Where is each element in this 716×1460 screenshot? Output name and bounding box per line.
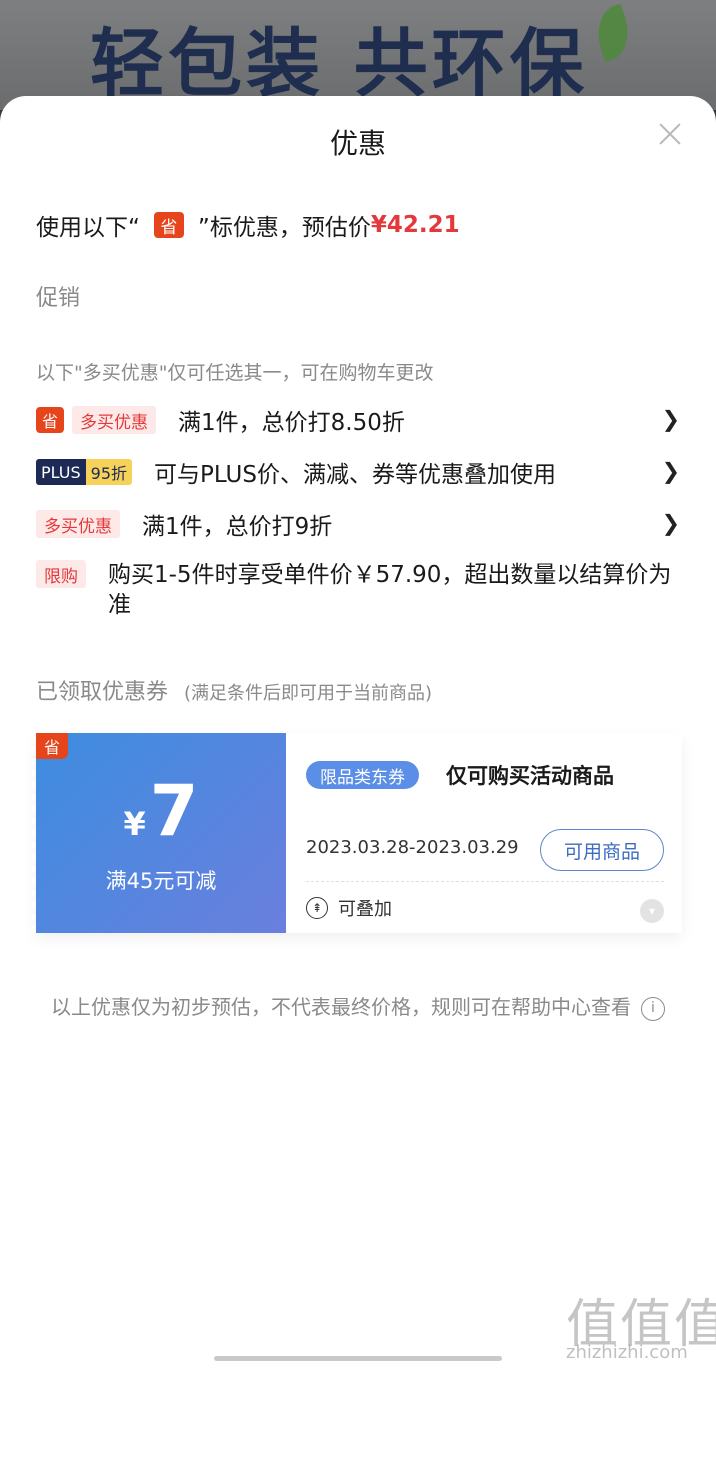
coupon-section-header: 已领取优惠券 (满足条件后即可用于当前商品) — [36, 674, 432, 706]
coupon-heading: 已领取优惠券 — [36, 680, 169, 705]
coupon-details: 仅可购买活动商品 限品类东券 2023.03.28-2023.03.29 可用商… — [286, 733, 682, 933]
sheet-title: 优惠 — [329, 127, 386, 160]
promo-text: 满1件，总价打8.50折 — [178, 410, 405, 436]
banner-slogan: 轻包装 共环保 — [90, 21, 588, 107]
background-banner: 轻包装 共环保 — [0, 0, 716, 110]
limit-tag: 限购 — [36, 560, 86, 588]
sheng-badge: 省 — [153, 212, 184, 238]
coupon-value-panel: 省 ¥ 7 满45元可减 — [32, 733, 286, 933]
stackable-text: 可叠加 — [338, 899, 392, 920]
coupon-amount-value: 7 — [149, 770, 199, 852]
estimate-prefix: 使用以下“ — [36, 215, 140, 241]
chevron-right-icon: ❯ — [661, 511, 680, 537]
plus-label: PLUS — [36, 459, 86, 485]
estimate-suffix: ”标优惠，预估价 — [197, 215, 371, 241]
coupon-category-badge: 限品类东券 — [306, 761, 419, 789]
chevron-right-icon: ❯ — [661, 459, 680, 485]
coupon-condition: 满45元可减 — [105, 869, 217, 893]
promo-row-bulk-9[interactable]: 多买优惠 满1件，总价打9折 ❯ — [36, 506, 680, 542]
plus-discount: 95折 — [85, 459, 133, 485]
coupon-dates: 2023.03.28-2023.03.29 — [306, 837, 519, 858]
sheng-corner-badge: 省 — [36, 733, 68, 759]
stack-icon: ⇞ — [306, 897, 328, 919]
promo-text: 满1件，总价打9折 — [142, 514, 333, 540]
promotions-sheet: 优惠 使用以下“ 省 ”标优惠，预估价 ¥42.21 促销 以下"多买优惠"仅可… — [0, 96, 716, 1460]
promotion-note: 以下"多买优惠"仅可任选其一，可在购物车更改 — [36, 362, 434, 384]
coupon-card[interactable]: 省 ¥ 7 满45元可减 仅可购买活动商品 限品类东券 2023.03.28-2… — [32, 733, 682, 933]
promo-row-bulk-85[interactable]: 省 多买优惠 满1件，总价打8.50折 ❯ — [36, 402, 680, 438]
home-indicator — [214, 1356, 502, 1361]
bulk-buy-tag: 多买优惠 — [72, 406, 156, 434]
disclaimer-text: 以上优惠仅为初步预估，不代表最终价格，规则可在帮助中心查看 — [51, 995, 631, 1019]
coupon-amount: ¥ 7 — [36, 771, 286, 851]
close-icon[interactable] — [654, 118, 686, 150]
bulk-buy-tag: 多买优惠 — [36, 510, 120, 538]
limit-text: 购买1-5件时享受单件价￥57.90，超出数量以结算价为准 — [108, 562, 672, 618]
promo-text: 可与PLUS价、满减、券等优惠叠加使用 — [154, 462, 556, 488]
plus-tag: PLUS 95折 — [36, 459, 133, 485]
sheng-tag: 省 — [36, 407, 64, 433]
watermark-url: zhizhizhi.com — [566, 1342, 688, 1363]
currency-symbol: ¥ — [123, 805, 146, 843]
stackable-label: ⇞ 可叠加 — [306, 895, 392, 921]
info-icon[interactable]: i — [641, 996, 665, 1021]
promotion-label: 促销 — [36, 286, 81, 311]
applicable-products-button[interactable]: 可用商品 — [540, 829, 664, 871]
estimate-line: 使用以下“ 省 ”标优惠，预估价 ¥42.21 — [36, 208, 460, 242]
leaf-icon — [588, 3, 638, 63]
coupon-subheading: (满足条件后即可用于当前商品) — [184, 683, 433, 704]
estimate-price: ¥42.21 — [370, 212, 460, 238]
purchase-limit-row: 限购 购买1-5件时享受单件价￥57.90，超出数量以结算价为准 — [36, 560, 680, 620]
chevron-right-icon: ❯ — [661, 407, 680, 433]
divider — [306, 881, 664, 882]
chevron-down-icon[interactable]: ▾ — [640, 899, 664, 923]
promo-row-plus[interactable]: PLUS 95折 可与PLUS价、满减、券等优惠叠加使用 ❯ — [36, 454, 680, 490]
disclaimer: 以上优惠仅为初步预估，不代表最终价格，规则可在帮助中心查看 i — [40, 992, 676, 1023]
